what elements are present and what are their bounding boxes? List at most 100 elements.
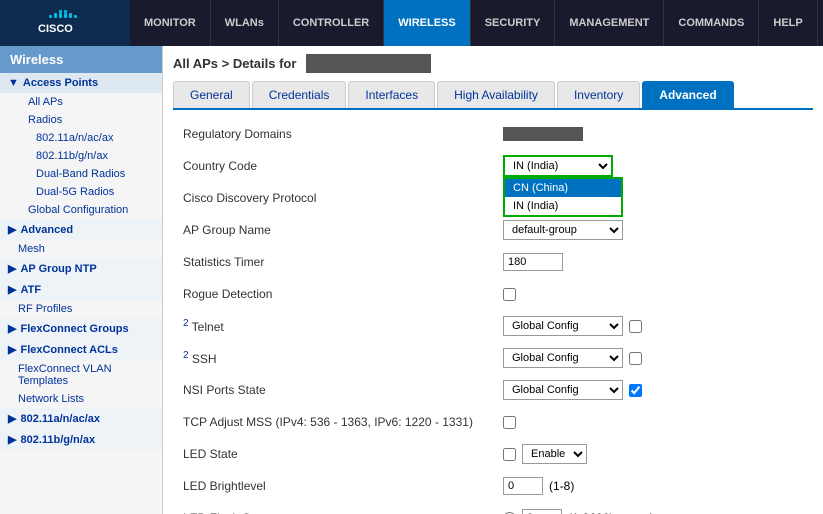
regulatory-domains-row: Regulatory Domains [183, 122, 803, 146]
nav-controller[interactable]: CONTROLLER [279, 0, 384, 46]
sidebar-item-all-aps[interactable]: All APs [0, 93, 162, 111]
nav-wireless[interactable]: WIRELESS [384, 0, 470, 46]
main-content: All APs > Details for ███████ General Cr… [163, 46, 823, 514]
country-code-dropdown-container: IN (India) CN (China) IN (India) [503, 155, 613, 177]
cdp-row: Cisco Discovery Protocol [183, 186, 803, 210]
sidebar-item-flexconnect-vlan[interactable]: FlexConnect VLAN Templates [0, 360, 162, 390]
nav-management[interactable]: MANAGEMENT [555, 0, 664, 46]
nsi-ports-control: Global Config [503, 380, 642, 400]
sidebar-item-network-lists[interactable]: Network Lists [0, 390, 162, 408]
country-code-select[interactable]: IN (India) [503, 155, 613, 177]
tab-advanced[interactable]: Advanced [642, 81, 733, 108]
sidebar-title: Wireless [0, 46, 162, 73]
stats-timer-input[interactable] [503, 253, 563, 271]
telnet-select[interactable]: Global Config [503, 316, 623, 336]
telnet-label: 2 Telnet [183, 318, 503, 334]
expand-icon: ▶ [8, 322, 16, 335]
nsi-ports-checkbox[interactable] [629, 384, 642, 397]
ssh-control: Global Config [503, 348, 642, 368]
nav-commands[interactable]: COMMANDS [664, 0, 759, 46]
expand-icon: ▶ [8, 433, 16, 446]
tcp-adjust-label: TCP Adjust MSS (IPv4: 536 - 1363, IPv6: … [183, 415, 503, 429]
breadcrumb: All APs > Details for ███████ [173, 56, 813, 71]
sidebar-item-flexconnect-acls[interactable]: ▶ FlexConnect ACLs [0, 339, 162, 360]
page-layout: Wireless ▼ Access Points All APs Radios … [0, 46, 823, 514]
ap-group-label: AP Group Name [183, 223, 503, 237]
nav-help[interactable]: HELP [759, 0, 817, 46]
option-cn-china[interactable]: CN (China) [505, 179, 621, 197]
sidebar-item-advanced[interactable]: ▶ Advanced [0, 219, 162, 240]
sidebar-item-flexconnect-groups[interactable]: ▶ FlexConnect Groups [0, 318, 162, 339]
expand-icon: ▶ [8, 262, 16, 275]
led-state-select[interactable]: Enable [522, 444, 587, 464]
sidebar-item-radios[interactable]: Radios [0, 111, 162, 129]
country-code-control: IN (India) CN (China) IN (India) [503, 155, 613, 177]
tab-bar: General Credentials Interfaces High Avai… [173, 81, 813, 110]
led-state-checkbox[interactable] [503, 448, 516, 461]
nsi-ports-row: NSI Ports State Global Config [183, 378, 803, 402]
country-code-options: CN (China) IN (India) [503, 177, 623, 217]
sidebar-item-global-config[interactable]: Global Configuration [0, 201, 162, 219]
rogue-detection-row: Rogue Detection [183, 282, 803, 306]
sidebar-item-mesh[interactable]: Mesh [0, 240, 162, 258]
country-code-row: Country Code IN (India) CN (China) IN (I… [183, 154, 803, 178]
top-navigation: CISCO MONITOR WLANs CONTROLLER WIRELESS … [0, 0, 823, 46]
nav-wlans[interactable]: WLANs [211, 0, 279, 46]
led-brightlevel-input[interactable] [503, 477, 543, 495]
rogue-detection-checkbox[interactable] [503, 288, 516, 301]
led-brightlevel-range: (1-8) [549, 479, 574, 493]
ssh-row: 2 SSH Global Config [183, 346, 803, 370]
led-flash-control: (1-3600)seconds [503, 509, 658, 514]
sidebar-item-dual-band[interactable]: Dual-Band Radios [0, 165, 162, 183]
regulatory-domains-value [503, 127, 583, 141]
led-state-row: LED State Enable [183, 442, 803, 466]
expand-icon: ▶ [8, 412, 16, 425]
expand-icon: ▼ [8, 77, 19, 89]
expand-icon: ▶ [8, 283, 16, 296]
led-brightlevel-control: (1-8) [503, 477, 574, 495]
rogue-detection-label: Rogue Detection [183, 287, 503, 301]
telnet-row: 2 Telnet Global Config [183, 314, 803, 338]
led-flash-input[interactable] [522, 509, 562, 514]
sidebar-item-80211b-section[interactable]: ▶ 802.11b/g/n/ax [0, 429, 162, 450]
ssh-note-link[interactable]: 2 [183, 350, 189, 361]
sidebar-item-rf-profiles[interactable]: RF Profiles [0, 300, 162, 318]
led-brightlevel-label: LED Brightlevel [183, 479, 503, 493]
ap-group-control: default-group [503, 220, 623, 240]
sidebar-item-80211a[interactable]: 802.11a/n/ac/ax [0, 129, 162, 147]
tab-high-availability[interactable]: High Availability [437, 81, 555, 108]
regulatory-domains-control [503, 127, 583, 141]
ap-name-redacted: ███████ [306, 54, 430, 73]
led-state-label: LED State [183, 447, 503, 461]
ap-group-select[interactable]: default-group [503, 220, 623, 240]
nsi-ports-select[interactable]: Global Config [503, 380, 623, 400]
svg-text:CISCO: CISCO [38, 23, 73, 35]
option-in-india-item[interactable]: IN (India) [505, 197, 621, 215]
sidebar-item-access-points[interactable]: ▼ Access Points [0, 73, 162, 93]
ssh-select[interactable]: Global Config [503, 348, 623, 368]
telnet-note-link[interactable]: 2 [183, 318, 189, 329]
sidebar-item-atf[interactable]: ▶ ATF [0, 279, 162, 300]
ssh-checkbox[interactable] [629, 352, 642, 365]
sidebar-item-dual-5g[interactable]: Dual-5G Radios [0, 183, 162, 201]
ssh-label: 2 SSH [183, 350, 503, 366]
sidebar: Wireless ▼ Access Points All APs Radios … [0, 46, 163, 514]
telnet-checkbox[interactable] [629, 320, 642, 333]
stats-timer-label: Statistics Timer [183, 255, 503, 269]
nav-monitor[interactable]: MONITOR [130, 0, 211, 46]
tab-interfaces[interactable]: Interfaces [348, 81, 435, 108]
sidebar-item-80211a-section[interactable]: ▶ 802.11a/n/ac/ax [0, 408, 162, 429]
nsi-ports-label: NSI Ports State [183, 383, 503, 397]
tab-inventory[interactable]: Inventory [557, 81, 640, 108]
cisco-logo: CISCO [0, 0, 130, 46]
sidebar-item-ap-group-ntp[interactable]: ▶ AP Group NTP [0, 258, 162, 279]
tab-general[interactable]: General [173, 81, 250, 108]
sidebar-item-80211b[interactable]: 802.11b/g/n/ax [0, 147, 162, 165]
tcp-adjust-checkbox[interactable] [503, 416, 516, 429]
stats-timer-row: Statistics Timer [183, 250, 803, 274]
rogue-detection-control [503, 288, 516, 301]
tab-credentials[interactable]: Credentials [252, 81, 347, 108]
ap-group-row: AP Group Name default-group [183, 218, 803, 242]
nav-security[interactable]: SECURITY [471, 0, 556, 46]
country-code-label: Country Code [183, 159, 503, 173]
